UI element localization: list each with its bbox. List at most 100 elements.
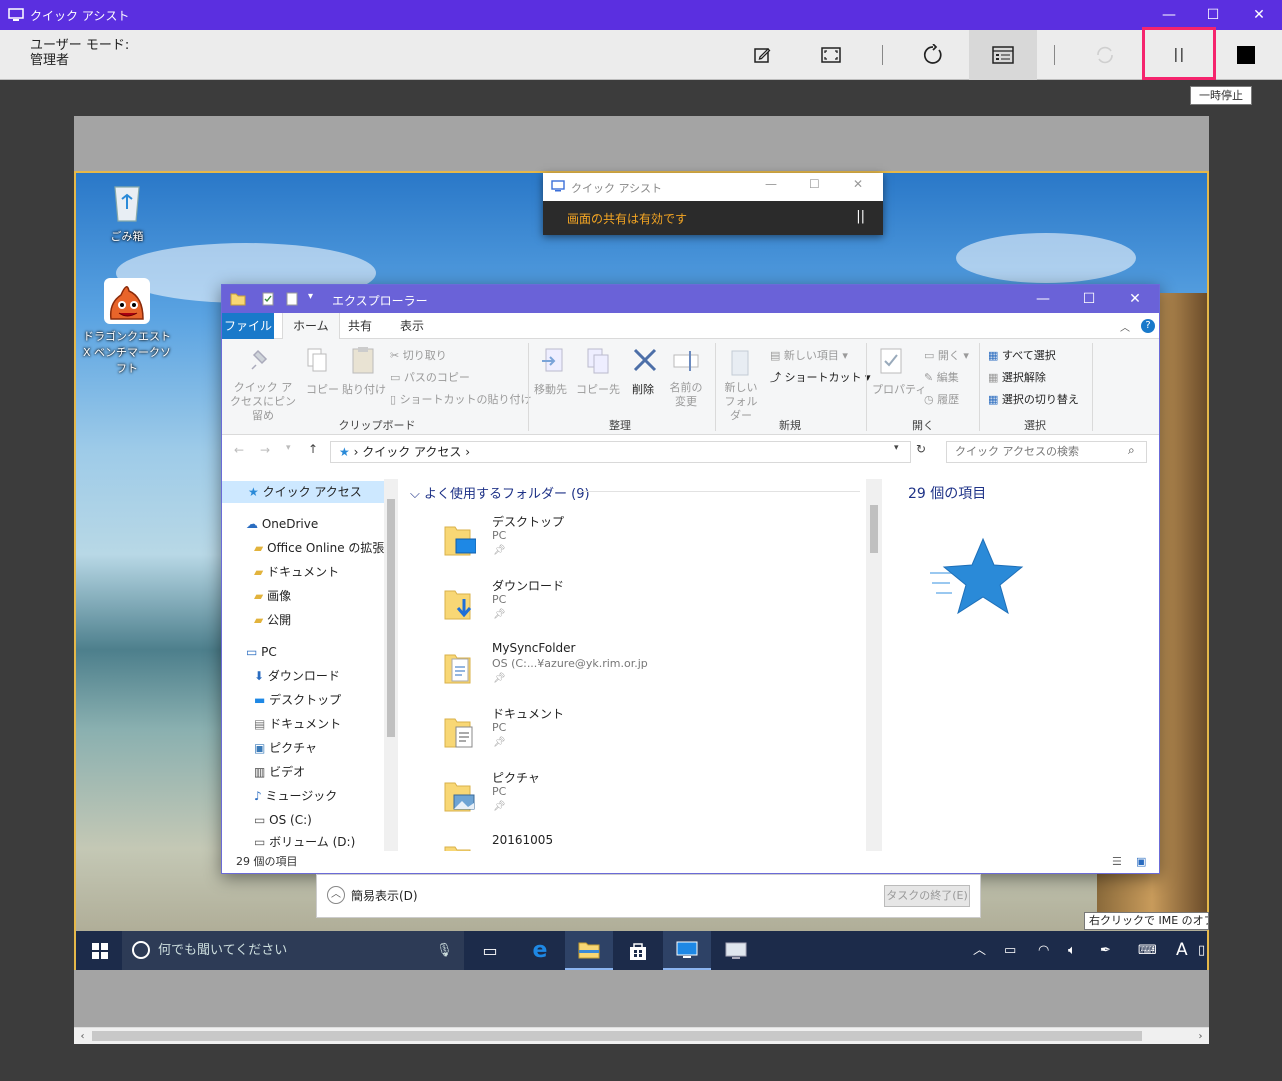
- select-none-button[interactable]: ▦ 選択解除: [988, 369, 1046, 385]
- address-dropdown-icon[interactable]: ▾: [894, 443, 899, 453]
- invert-selection-button[interactable]: ▦ 選択の切り替え: [988, 391, 1079, 407]
- start-button[interactable]: [76, 931, 124, 970]
- open-button[interactable]: ▭ 開く ▾: [924, 347, 969, 363]
- restart-button[interactable]: [899, 30, 967, 80]
- nav-pictures[interactable]: ▣ ピクチャ: [254, 737, 317, 759]
- task-manager-button[interactable]: [969, 30, 1037, 80]
- sharing-panel-close[interactable]: ✕: [853, 177, 863, 191]
- copy-button[interactable]: コピー: [306, 381, 339, 397]
- quick-assist-taskbar-button[interactable]: [663, 931, 711, 970]
- collapse-ribbon-chevron-icon[interactable]: ︿: [1120, 319, 1130, 334]
- edge-button[interactable]: e: [516, 931, 564, 970]
- ime-mode-indicator[interactable]: A: [1176, 931, 1188, 970]
- details-view-icon[interactable]: ☰: [1112, 851, 1122, 873]
- nav-scrollbar[interactable]: [384, 479, 398, 851]
- explorer-minimize[interactable]: —: [1020, 285, 1066, 313]
- properties-quick-icon[interactable]: [262, 292, 274, 306]
- rename-button[interactable]: 名前の変更: [668, 381, 704, 409]
- edit-button[interactable]: ✎ 編集: [924, 369, 959, 385]
- volume-icon[interactable]: 🔈︎: [1068, 931, 1076, 970]
- nav-downloads[interactable]: ⬇ ダウンロード: [254, 665, 340, 687]
- new-item-button[interactable]: ▤ 新しい項目 ▾: [770, 347, 848, 363]
- folder-item-documents[interactable]: ドキュメント PC 📌︎: [444, 705, 844, 769]
- copy-path-button[interactable]: ▭ パスのコピー: [390, 369, 470, 385]
- folder-item-desktop[interactable]: デスクトップ PC 📌︎: [444, 513, 844, 577]
- move-to-button[interactable]: 移動先: [534, 381, 567, 397]
- back-arrow-icon[interactable]: ←: [234, 443, 244, 457]
- explorer-taskbar-button[interactable]: [565, 931, 613, 970]
- nav-onedrive-pictures[interactable]: ▰ 画像: [254, 585, 291, 607]
- content-scroll-thumb[interactable]: [870, 505, 878, 553]
- notification-icon[interactable]: ▯: [1198, 931, 1205, 970]
- actual-size-button[interactable]: [797, 30, 865, 80]
- recent-chevron-icon[interactable]: ▾: [286, 443, 291, 453]
- paste-shortcut-button[interactable]: ▯ ショートカットの貼り付け: [390, 391, 532, 407]
- remote-app-button[interactable]: [712, 931, 760, 970]
- viewport-hscrollbar[interactable]: ‹ ›: [74, 1027, 1209, 1044]
- tab-view[interactable]: 表示: [390, 313, 434, 339]
- up-arrow-icon[interactable]: ↑: [308, 442, 318, 456]
- task-view-button[interactable]: ▭: [466, 931, 514, 970]
- nav-desktop[interactable]: ▬ デスクトップ: [254, 689, 341, 711]
- history-button[interactable]: ◷ 履歴: [924, 391, 959, 407]
- wifi-icon[interactable]: ◠: [1038, 931, 1049, 970]
- maximize-button[interactable]: ☐: [1190, 0, 1236, 30]
- minimize-button[interactable]: —: [1146, 0, 1192, 30]
- large-icons-view-icon[interactable]: ▣: [1136, 851, 1146, 873]
- desktop-icon-dqx-benchmark[interactable]: ドラゴンクエストX ベンチマークソフト: [82, 277, 172, 376]
- nav-pc[interactable]: ▭ PC: [246, 641, 277, 663]
- end-session-button[interactable]: [1212, 30, 1280, 80]
- fewer-details-link[interactable]: 簡易表示(D): [351, 887, 418, 904]
- nav-onedrive-public[interactable]: ▰ 公開: [254, 609, 291, 631]
- refresh-icon[interactable]: ↻: [916, 442, 926, 456]
- annotate-button[interactable]: [728, 30, 796, 80]
- tab-share[interactable]: 共有: [338, 313, 382, 339]
- tab-file[interactable]: ファイル: [222, 313, 274, 339]
- search-input[interactable]: クイック アクセスの検索: [946, 441, 1147, 463]
- desktop-icon-recycle-bin[interactable]: ごみ箱: [82, 181, 172, 244]
- nav-onedrive-documents[interactable]: ▰ ドキュメント: [254, 561, 339, 583]
- frequent-folders-header[interactable]: ⌵ よく使用するフォルダー (9): [410, 483, 590, 502]
- hscroll-thumb[interactable]: [92, 1031, 1142, 1041]
- nav-videos[interactable]: ▥ ビデオ: [254, 761, 305, 783]
- nav-volume-d[interactable]: ▭ ボリューム (D:): [254, 831, 355, 851]
- show-hidden-icons-chevron[interactable]: ︿: [973, 931, 986, 970]
- select-all-button[interactable]: ▦ すべて選択: [988, 347, 1056, 363]
- nav-office-online[interactable]: ▰ Office Online の拡張: [254, 537, 384, 559]
- delete-button[interactable]: 削除: [632, 381, 654, 397]
- sharing-panel-minimize[interactable]: —: [765, 177, 777, 191]
- tab-home[interactable]: ホーム: [282, 313, 340, 340]
- folder-item-downloads[interactable]: ダウンロード PC 📌︎: [444, 577, 844, 641]
- folder-item-mysyncfolder[interactable]: MySyncFolder OS (C:...¥azure@yk.rim.or.j…: [444, 641, 844, 705]
- folder-item-pictures[interactable]: ピクチャ PC 📌︎: [444, 769, 844, 833]
- nav-documents[interactable]: ▤ ドキュメント: [254, 713, 341, 735]
- pin-to-quick-access-button[interactable]: クイック アクセスにピン留め: [230, 381, 296, 423]
- microphone-icon[interactable]: 🎙︎: [436, 931, 453, 970]
- explorer-maximize[interactable]: ☐: [1066, 285, 1112, 313]
- battery-icon[interactable]: ▭: [1004, 931, 1016, 970]
- paste-button[interactable]: 貼り付け: [342, 381, 386, 397]
- nav-scroll-thumb[interactable]: [387, 499, 395, 737]
- forward-arrow-icon[interactable]: →: [260, 443, 270, 457]
- scroll-left-arrow-icon[interactable]: ‹: [74, 1028, 91, 1045]
- sharing-panel-maximize[interactable]: ☐: [809, 177, 820, 191]
- nav-music[interactable]: ♪ ミュージック: [254, 785, 337, 807]
- address-bar[interactable]: ★ › クイック アクセス ›: [330, 441, 911, 463]
- customize-qat-chevron-icon[interactable]: ▾: [308, 291, 313, 302]
- help-icon[interactable]: ?: [1141, 319, 1155, 333]
- nav-quick-access[interactable]: ★ クイック アクセス: [222, 481, 384, 503]
- pen-workspace-icon[interactable]: ✒: [1100, 931, 1111, 970]
- close-button[interactable]: ✕: [1236, 0, 1282, 30]
- reconnect-button[interactable]: [1071, 30, 1139, 80]
- nav-onedrive[interactable]: ☁ OneDrive: [246, 513, 318, 535]
- store-button[interactable]: [614, 931, 662, 970]
- explorer-close[interactable]: ✕: [1112, 285, 1158, 313]
- easy-access-button[interactable]: ⤴ ショートカット ▾: [770, 369, 871, 385]
- cortana-search-box[interactable]: 何でも聞いてください 🎙︎: [122, 931, 464, 970]
- new-folder-button[interactable]: 新しいフォルダー: [720, 381, 762, 423]
- sharing-pause-button[interactable]: ||: [856, 209, 865, 224]
- properties-button[interactable]: プロパティ: [872, 381, 926, 397]
- collapse-chevron-icon[interactable]: ︿: [327, 886, 345, 904]
- end-task-button[interactable]: タスクの終了(E): [884, 885, 970, 907]
- copy-to-button[interactable]: コピー先: [576, 381, 620, 397]
